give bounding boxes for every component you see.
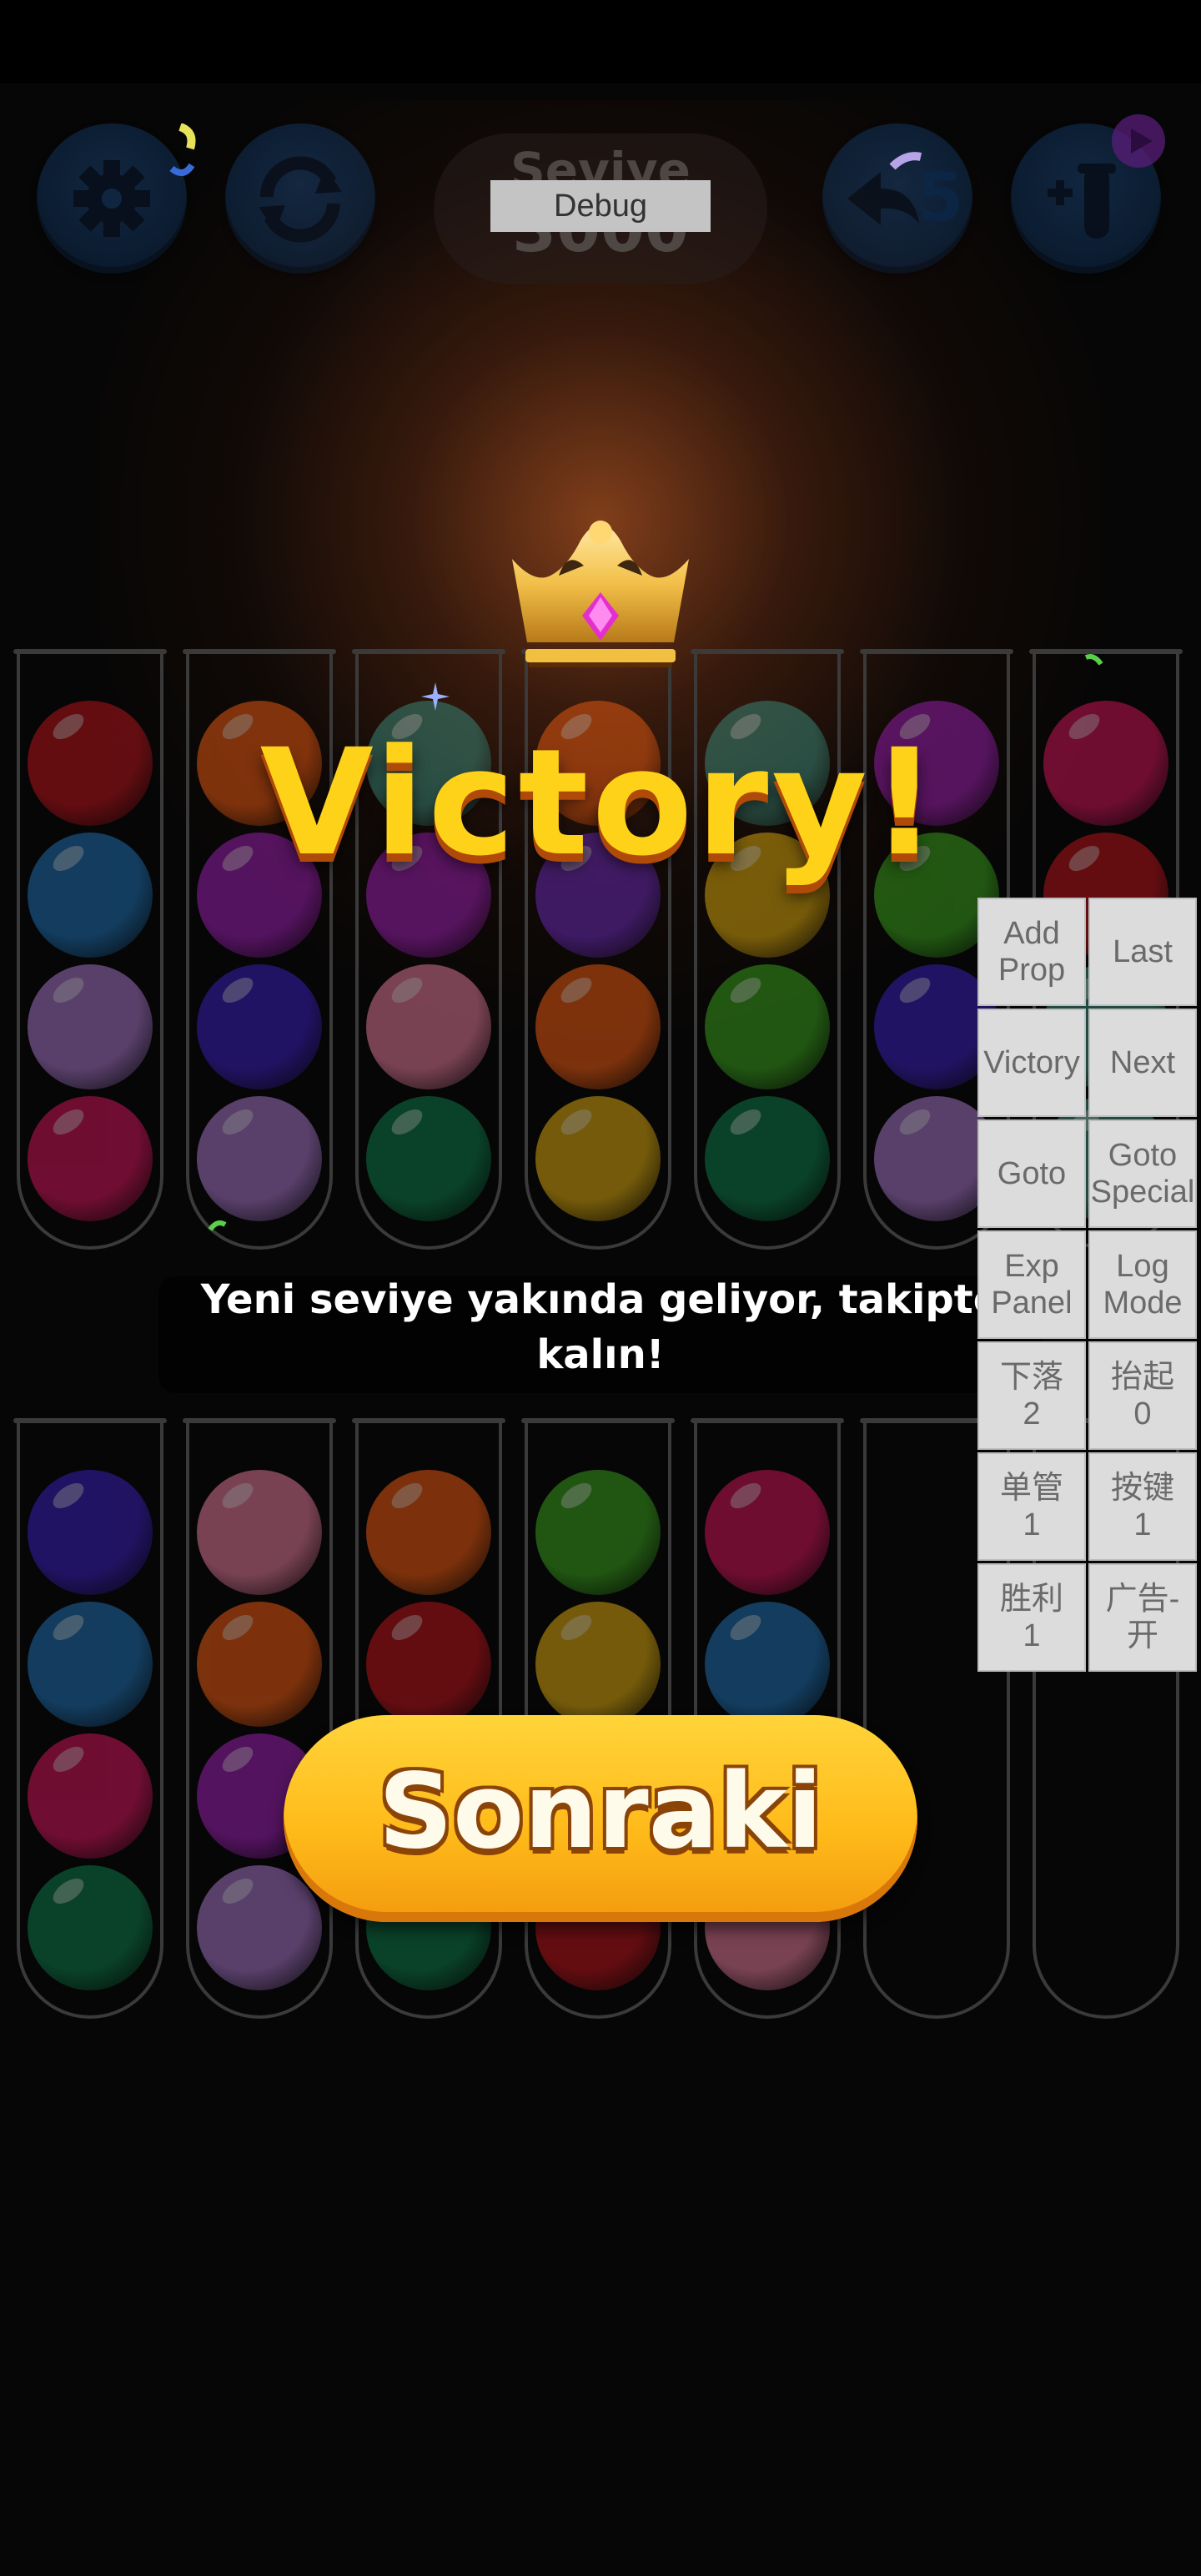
confetti-icon [169,123,196,177]
ball [705,964,830,1089]
debug-button[interactable]: 广告-开 [1088,1563,1197,1672]
victory-subtitle: Yeni seviye yakında geliyor, takipte kal… [200,1276,1001,1378]
ball [705,1470,830,1595]
ball [535,1470,661,1595]
ball [197,1602,322,1727]
debug-button[interactable]: Victory [977,1009,1086,1117]
debug-button[interactable]: Exp Panel [977,1230,1086,1339]
settings-button[interactable] [37,123,187,274]
ball [535,1602,661,1727]
ball [535,1096,661,1221]
ball [197,1096,322,1221]
ball [366,1096,491,1221]
ball [28,1865,153,1990]
restart-button[interactable] [225,123,375,274]
debug-button[interactable]: Next [1088,1009,1197,1117]
confetti-icon [1084,654,1103,666]
ball [28,1096,153,1221]
debug-label[interactable]: Debug [490,180,711,232]
sparkle-icon [421,682,450,711]
ball [705,1602,830,1727]
ball [705,1096,830,1221]
debug-button[interactable]: 下落 2 [977,1341,1086,1450]
next-button-label: Sonraki [378,1752,823,1872]
ball [28,1733,153,1859]
status-bar [0,0,1201,83]
confetti-icon [209,1220,227,1231]
restart-icon [259,156,342,243]
play-badge-icon[interactable] [1109,112,1168,170]
debug-button[interactable]: 抬起 0 [1088,1341,1197,1450]
victory-title: Victory! [259,717,942,888]
ball [28,1470,153,1595]
ball [197,1470,322,1595]
debug-button[interactable]: 按键 1 [1088,1452,1197,1561]
ball [197,1865,322,1990]
debug-button[interactable]: Goto Special [1088,1119,1197,1228]
debug-button[interactable]: 单管 1 [977,1452,1086,1561]
debug-button[interactable]: Add Prop [977,898,1086,1006]
debug-button[interactable]: Goto [977,1119,1086,1228]
crown-icon [512,521,689,667]
ball [535,964,661,1089]
ball [197,964,322,1089]
ball [366,1470,491,1595]
ball [366,964,491,1089]
ball [366,1602,491,1727]
ball [28,1602,153,1727]
confetti-icon [889,152,922,170]
debug-button[interactable]: Log Mode [1088,1230,1197,1339]
debug-button[interactable]: Last [1088,898,1197,1006]
ball [28,964,153,1089]
gear-icon [73,160,150,237]
debug-button[interactable]: 胜利 1 [977,1563,1086,1672]
